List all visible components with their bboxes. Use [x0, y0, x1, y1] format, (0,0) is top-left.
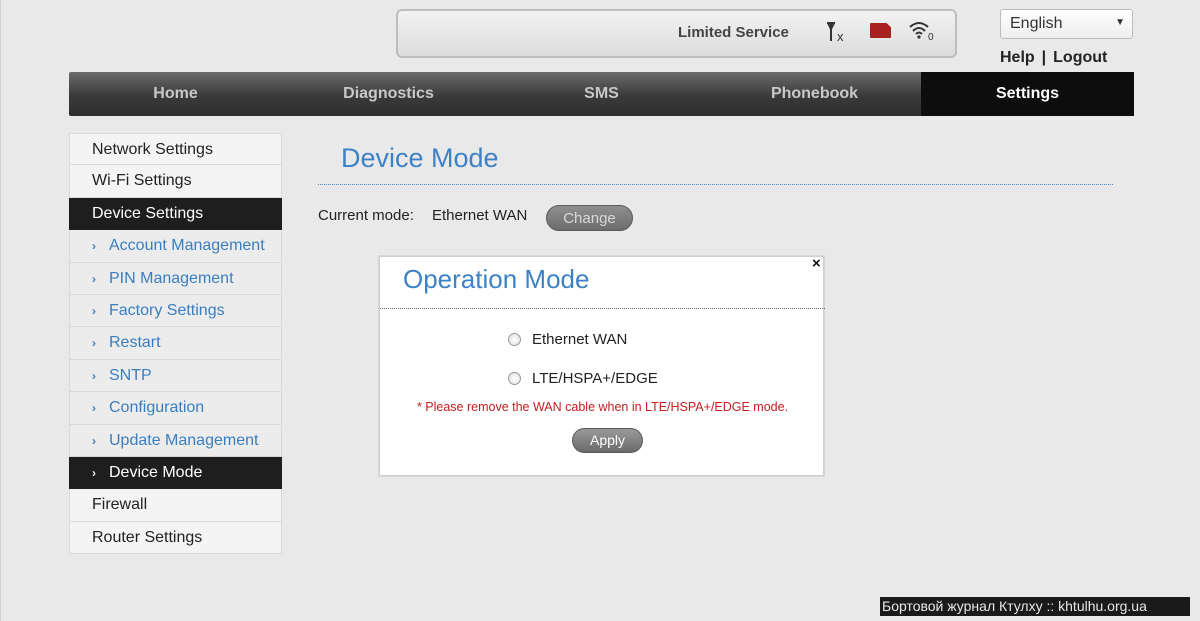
chevron-right-icon: ›: [92, 465, 96, 480]
sidebar-item-label: SNTP: [109, 366, 152, 384]
chevron-right-icon: ›: [92, 336, 96, 351]
sidebar-item-label: Factory Settings: [109, 301, 225, 319]
sidebar-item-account-management[interactable]: › Account Management: [69, 230, 282, 263]
warning-text: * Please remove the WAN cable when in LT…: [416, 400, 789, 414]
option-lte[interactable]: LTE/HSPA+/EDGE: [508, 370, 658, 387]
logout-link[interactable]: Logout: [1053, 49, 1107, 66]
help-link[interactable]: Help: [1000, 49, 1035, 66]
chevron-down-icon: ▼: [1115, 17, 1125, 28]
chevron-right-icon: ›: [92, 433, 96, 448]
nav-home[interactable]: Home: [69, 72, 282, 116]
current-mode-label: Current mode:: [318, 207, 414, 224]
nav-phonebook[interactable]: Phonebook: [708, 72, 921, 116]
language-select[interactable]: English ▼: [1000, 9, 1133, 39]
status-bar: Limited Service x 0: [396, 9, 957, 58]
sidebar-item-label: Update Management: [109, 431, 259, 449]
operation-mode-dialog: Operation Mode × Ethernet WAN LTE/HSPA+/…: [379, 255, 825, 476]
sidebar-item-restart[interactable]: › Restart: [69, 327, 282, 360]
dialog-title: Operation Mode: [403, 264, 590, 294]
svg-text:x: x: [837, 29, 844, 43]
page-title: Device Mode: [341, 143, 499, 173]
chevron-right-icon: ›: [92, 239, 96, 254]
link-separator: |: [1041, 49, 1047, 66]
main-nav: Home Diagnostics SMS Phonebook Settings: [69, 72, 1134, 116]
sidebar-item-device-mode[interactable]: › Device Mode: [69, 456, 282, 490]
nav-settings[interactable]: Settings: [921, 72, 1134, 116]
option-ethernet-wan[interactable]: Ethernet WAN: [508, 331, 627, 348]
option-label: Ethernet WAN: [532, 331, 628, 348]
top-links: Help | Logout: [1000, 49, 1107, 67]
sidebar-item-update-management[interactable]: › Update Management: [69, 424, 282, 457]
chevron-right-icon: ›: [92, 368, 96, 383]
sidebar-item-firewall[interactable]: Firewall: [69, 489, 282, 522]
radio-lte[interactable]: [508, 372, 521, 385]
sidebar-item-wifi-settings[interactable]: Wi-Fi Settings: [69, 165, 282, 198]
sim-card-icon: [870, 23, 891, 38]
language-selected: English: [1010, 15, 1063, 32]
svg-text:0: 0: [928, 32, 934, 43]
dialog-divider: [380, 308, 825, 309]
sidebar-item-device-settings[interactable]: Device Settings: [69, 197, 282, 231]
apply-button[interactable]: Apply: [572, 428, 643, 453]
chevron-right-icon: ›: [92, 401, 96, 416]
current-mode-value: Ethernet WAN: [432, 207, 528, 224]
chevron-right-icon: ›: [92, 271, 96, 286]
no-signal-icon: x: [825, 21, 851, 48]
sidebar-item-sntp[interactable]: › SNTP: [69, 359, 282, 393]
wifi-icon: 0: [908, 19, 938, 48]
sidebar-item-label: PIN Management: [109, 269, 234, 287]
sidebar-item-label: Account Management: [109, 237, 265, 255]
sidebar-item-factory-settings[interactable]: › Factory Settings: [69, 294, 282, 328]
service-status: Limited Service: [678, 24, 789, 41]
watermark: Бортовой журнал Ктулху :: khtulhu.org.ua: [880, 597, 1190, 616]
sidebar-item-label: Restart: [109, 334, 161, 352]
change-button[interactable]: Change: [546, 205, 633, 231]
sidebar-item-network-settings[interactable]: Network Settings: [69, 133, 282, 166]
close-icon[interactable]: ×: [812, 255, 821, 272]
sidebar-item-pin-management[interactable]: › PIN Management: [69, 262, 282, 295]
sidebar-item-configuration[interactable]: › Configuration: [69, 392, 282, 425]
option-label: LTE/HSPA+/EDGE: [532, 370, 658, 387]
radio-ethernet-wan[interactable]: [508, 333, 521, 346]
sidebar-item-router-settings[interactable]: Router Settings: [69, 521, 282, 555]
title-divider: [318, 184, 1113, 185]
chevron-right-icon: ›: [92, 303, 96, 318]
sidebar-item-label: Device Mode: [109, 463, 203, 481]
nav-diagnostics[interactable]: Diagnostics: [282, 72, 495, 116]
sidebar-item-label: Configuration: [109, 399, 205, 417]
page: Limited Service x 0 English ▼ Help | Logou…: [0, 0, 1200, 621]
nav-sms[interactable]: SMS: [495, 72, 708, 116]
sidebar: Network Settings Wi-Fi Settings Device S…: [69, 133, 282, 555]
